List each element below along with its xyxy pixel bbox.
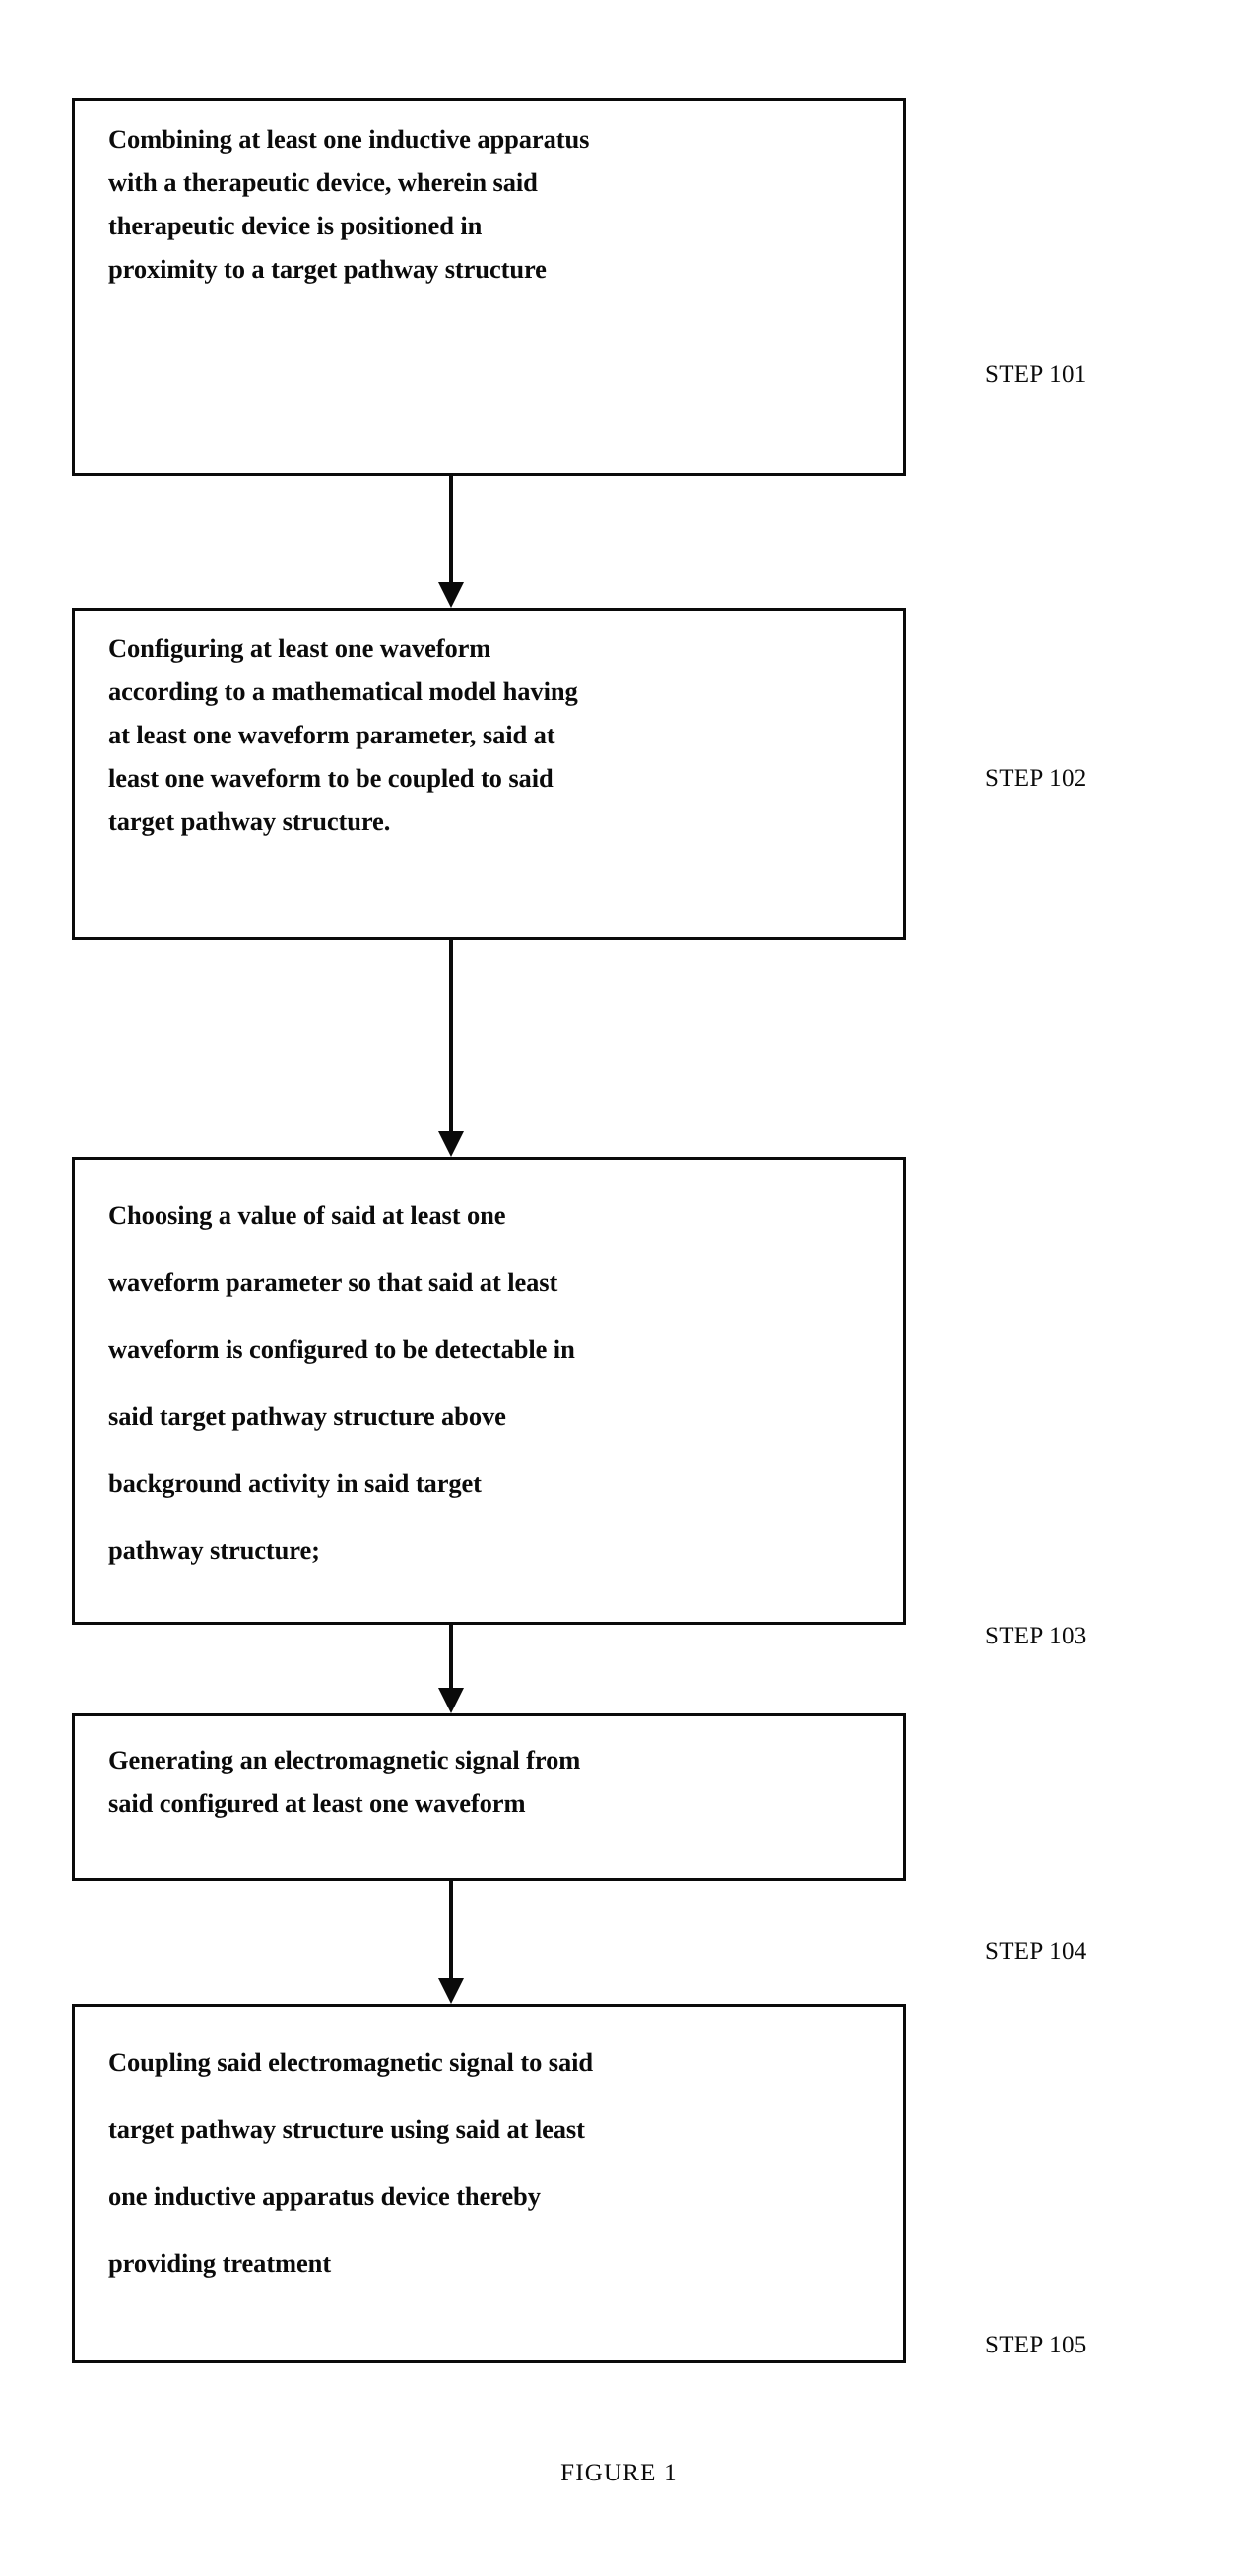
flowchart-box-step-104-text: Generating an electromagnetic signal fro… <box>108 1745 581 1818</box>
flowchart-box-step-103: Choosing a value of said at least one wa… <box>72 1157 906 1625</box>
flowchart-box-step-105: Coupling said electromagnetic signal to … <box>72 2004 906 2363</box>
connector-stem <box>449 476 453 582</box>
connector-stem <box>449 1625 453 1688</box>
connector-stem <box>449 940 453 1131</box>
step-label-102: STEP 102 <box>985 765 1087 792</box>
figure-caption: FIGURE 1 <box>560 2460 678 2486</box>
arrowhead-icon <box>438 1688 464 1713</box>
arrowhead-icon <box>438 582 464 608</box>
flowchart-box-step-105-text: Coupling said electromagnetic signal to … <box>108 2047 594 2278</box>
arrowhead-icon <box>438 1978 464 2004</box>
step-label-103: STEP 103 <box>985 1623 1087 1649</box>
arrowhead-icon <box>438 1131 464 1157</box>
step-label-104: STEP 104 <box>985 1938 1087 1964</box>
flowchart-box-step-103-text: Choosing a value of said at least one wa… <box>108 1200 575 1565</box>
flowchart-box-step-104: Generating an electromagnetic signal fro… <box>72 1713 906 1881</box>
flowchart-box-step-101: Combining at least one inductive apparat… <box>72 98 906 476</box>
flowchart-box-step-102-text: Configuring at least one waveform accord… <box>108 633 578 836</box>
connector-step-102-to-step-103 <box>438 940 464 1157</box>
flowchart-box-step-102: Configuring at least one waveform accord… <box>72 608 906 940</box>
step-label-101: STEP 101 <box>985 361 1087 388</box>
figure-page: Combining at least one inductive apparat… <box>0 0 1238 2576</box>
step-label-105: STEP 105 <box>985 2332 1087 2358</box>
connector-step-103-to-step-104 <box>438 1625 464 1713</box>
connector-stem <box>449 1881 453 1978</box>
connector-step-101-to-step-102 <box>438 476 464 608</box>
flowchart-box-step-101-text: Combining at least one inductive apparat… <box>108 124 590 284</box>
connector-step-104-to-step-105 <box>438 1881 464 2004</box>
